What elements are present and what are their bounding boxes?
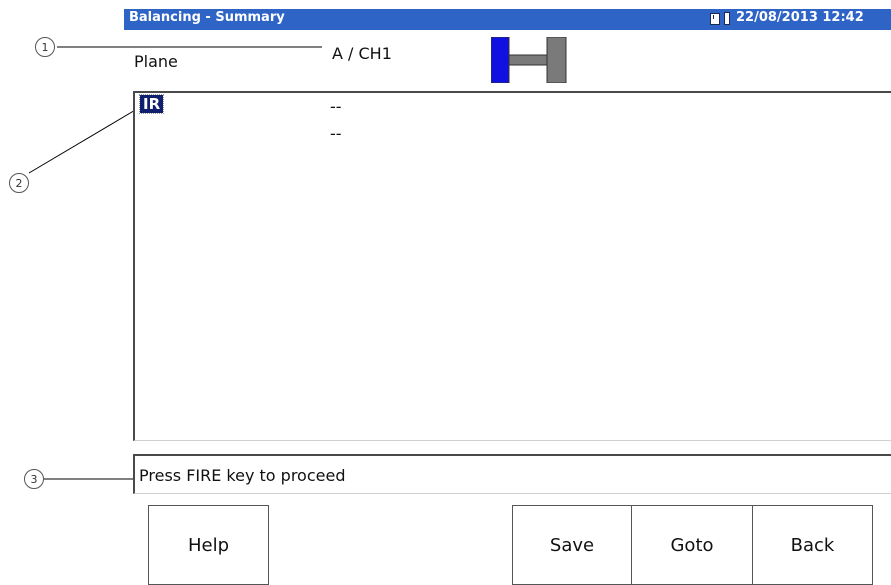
callout-3: 3 [24,469,44,489]
plane-value: A / CH1 [332,44,392,63]
back-button[interactable]: Back [752,505,873,585]
inactive-plane-bar [546,37,567,83]
callout-1: 1 [35,37,55,57]
status-bar: Press FIRE key to proceed [133,454,891,494]
rotor-plane-diagram-icon [491,37,567,83]
callout-line-2 [28,108,138,174]
active-plane-bar [491,37,510,83]
plane-label: Plane [134,52,178,71]
window-title: Balancing - Summary [129,10,285,25]
datetime: 22/08/2013 12:42 [736,10,864,25]
goto-button[interactable]: Goto [631,505,753,585]
result-value-2: -- [330,124,342,143]
title-bar: Balancing - Summary 22/08/2013 12:42 [124,9,891,30]
results-list[interactable]: IR -- -- [133,91,891,441]
status-message: Press FIRE key to proceed [139,466,346,485]
battery-icon [724,12,730,25]
save-button[interactable]: Save [512,505,632,585]
help-button[interactable]: Help [148,505,269,585]
rotor-shaft [508,54,548,66]
sd-card-icon [710,13,720,25]
result-value-ir: -- [330,97,342,116]
result-item-ir[interactable]: IR [138,94,165,114]
callout-2: 2 [9,173,29,193]
